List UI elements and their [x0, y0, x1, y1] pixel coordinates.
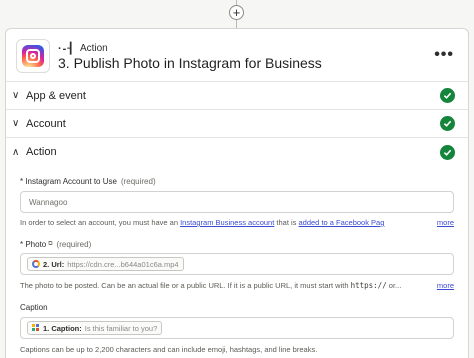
- caption-help-text: Captions can be up to 2,200 characters a…: [20, 345, 318, 354]
- step-type-label: Action: [79, 43, 108, 54]
- help-prefix: In order to select an account, you must …: [20, 218, 181, 227]
- instagram-app-icon: [16, 39, 50, 73]
- required-tag: (required): [120, 177, 156, 186]
- help-middle: that is: [274, 218, 299, 227]
- check-icon: [440, 144, 455, 160]
- step-type: ·-┨ Action: [58, 42, 108, 55]
- chip-label: 1. Caption:: [43, 323, 82, 333]
- photo-mapped-chip[interactable]: 2. Url: https://cdn.cre...b644a01c6a.mp4: [27, 257, 184, 271]
- account-more-link[interactable]: more: [432, 218, 454, 227]
- action-step-icon: ·-┨: [58, 43, 75, 55]
- section-label: App & event: [26, 89, 86, 102]
- more-options-button[interactable]: •••: [434, 47, 454, 63]
- chip-value: https://cdn.cre...b644a01c6a.mp4: [67, 259, 179, 269]
- step-header[interactable]: ·-┨ Action 3. Publish Photo in Instagram…: [6, 29, 468, 82]
- label-text: Caption: [20, 303, 48, 312]
- caption-mapped-chip[interactable]: 1. Caption: Is this familiar to you?: [27, 321, 163, 335]
- instagram-business-link[interactable]: Instagram Business account: [180, 218, 274, 227]
- check-icon: [440, 116, 455, 131]
- step-title: 3. Publish Photo in Instagram for Busine…: [58, 55, 322, 71]
- step-card: ·-┨ Action 3. Publish Photo in Instagram…: [5, 28, 469, 358]
- section-account[interactable]: ∨ Account: [6, 110, 468, 138]
- help-prefix: The photo to be posted. Can be an actual…: [20, 281, 351, 290]
- help-code: https://: [350, 281, 387, 290]
- label-text: * Instagram Account to Use: [20, 177, 117, 186]
- section-label: Action: [26, 146, 57, 158]
- chevron-down-icon: ∨: [12, 90, 20, 101]
- photo-more-link[interactable]: more: [432, 281, 454, 290]
- chevron-up-icon: ∧: [12, 146, 20, 158]
- photo-input[interactable]: 2. Url: https://cdn.cre...b644a01c6a.mp4: [20, 253, 454, 275]
- help-suffix: or...: [386, 281, 402, 290]
- source-app-icon: [32, 260, 40, 268]
- required-tag: (required): [56, 240, 92, 249]
- caption-field-label: Caption: [20, 303, 468, 312]
- facebook-page-link[interactable]: added to a Facebook Pag: [299, 218, 385, 227]
- section-app-event[interactable]: ∨ App & event: [6, 82, 468, 110]
- section-label: Account: [26, 117, 66, 130]
- instagram-logo-icon: [22, 45, 44, 67]
- check-icon: [440, 88, 455, 103]
- account-select[interactable]: Wannagoo: [20, 191, 454, 213]
- photo-field-label: * Photo ⧉ (required): [20, 240, 468, 249]
- add-step-button[interactable]: +: [229, 5, 244, 20]
- chip-value: Is this familiar to you?: [84, 323, 158, 333]
- caption-input[interactable]: 1. Caption: Is this familiar to you?: [20, 317, 454, 339]
- account-select-value: Wannagoo: [29, 197, 68, 207]
- section-action[interactable]: ∧ Action: [6, 138, 468, 166]
- action-fields: * Instagram Account to Use (required) Wa…: [6, 177, 468, 354]
- account-field-label: * Instagram Account to Use (required): [20, 177, 468, 186]
- info-icon: ⧉: [48, 241, 53, 247]
- chevron-down-icon: ∨: [12, 118, 20, 129]
- account-help-text: In order to select an account, you must …: [20, 218, 454, 227]
- label-text: * Photo: [20, 240, 47, 249]
- formatter-app-icon: [32, 324, 40, 332]
- photo-help-text: The photo to be posted. Can be an actual…: [20, 281, 454, 290]
- chip-label: 2. Url:: [43, 259, 65, 269]
